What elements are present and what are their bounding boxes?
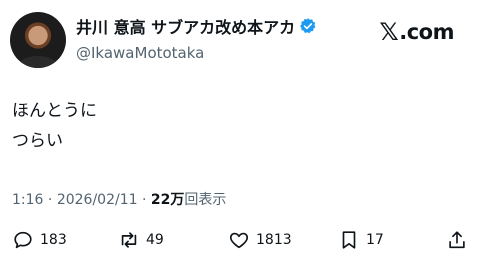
tweet-line: つらい [12,131,63,151]
like-button[interactable]: 1813 [228,226,292,254]
verified-badge-icon [300,18,316,34]
tweet-time[interactable]: 1:16 [12,192,43,208]
reply-icon [14,231,32,249]
retweet-icon [121,232,137,248]
views-count: 22万 [150,192,185,208]
views-label: 回表示 [184,192,227,208]
bookmark-button[interactable]: 17 [338,226,384,254]
display-name[interactable]: 井川 意高 サブアカ改め本アカ [76,14,317,38]
user-handle[interactable]: @IkawaMototaka [76,44,204,62]
share-icon [449,231,465,249]
tweet-meta: 1:16 · 2026/02/11 · 22万回表示 [12,189,226,209]
avatar[interactable] [10,12,66,68]
action-bar: 183 49 1813 17 [0,226,480,254]
retweet-count: 49 [146,232,164,248]
bookmark-count: 17 [366,232,384,248]
meta-separator: · [141,192,147,208]
share-button[interactable] [446,226,468,254]
meta-separator: · [47,192,53,208]
bookmark-icon [342,231,356,249]
tweet-line: ほんとうに [12,101,97,121]
heart-icon [229,232,249,249]
tweet-date[interactable]: 2026/02/11 [57,192,138,208]
retweet-button[interactable]: 49 [118,226,164,254]
reply-count: 183 [40,232,67,248]
reply-button[interactable]: 183 [12,226,67,254]
tweet-text: ほんとうに つらい [12,96,97,156]
brand-domain: .com [399,20,454,44]
display-name-text: 井川 意高 サブアカ改め本アカ [76,18,296,37]
like-count: 1813 [256,232,292,248]
x-logo: 𝕏 .com [379,18,454,46]
x-logo-icon: 𝕏 [379,18,399,46]
